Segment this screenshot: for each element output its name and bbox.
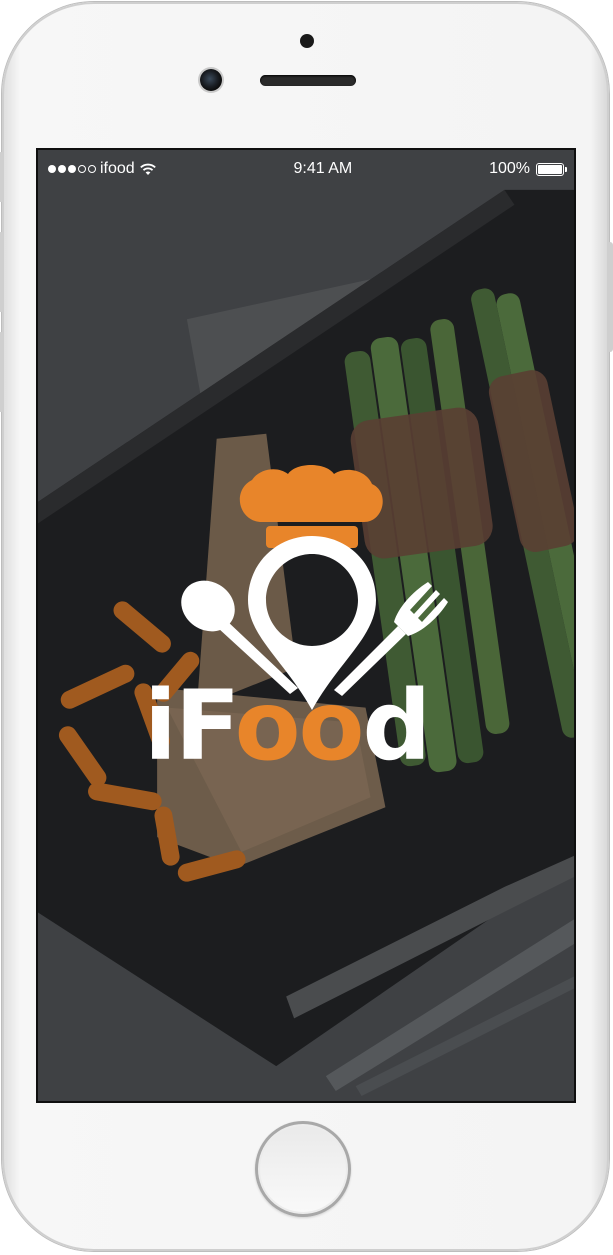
splash-screen: ifood 9:41 AM 100% iFood <box>36 148 576 1103</box>
signal-strength-icon <box>48 165 96 173</box>
battery-icon <box>535 162 567 176</box>
wordmark-part-white-end: d <box>362 670 432 782</box>
wifi-icon <box>139 163 156 175</box>
volume-down-button <box>0 332 4 412</box>
battery-percentage: 100% <box>489 160 530 177</box>
ifood-logo: iFood <box>38 150 574 1101</box>
earpiece-speaker <box>260 75 356 86</box>
status-bar: ifood 9:41 AM 100% <box>38 150 574 188</box>
mute-switch <box>0 152 4 202</box>
proximity-sensor <box>300 34 314 48</box>
wordmark-part-orange: oo <box>234 670 365 782</box>
front-camera <box>200 69 222 91</box>
wordmark-part-white: iF <box>144 670 237 782</box>
volume-up-button <box>0 232 4 312</box>
power-button <box>607 242 613 352</box>
ifood-wordmark: iFood <box>144 678 431 774</box>
status-time: 9:41 AM <box>293 160 353 177</box>
carrier-name: ifood <box>100 160 135 177</box>
home-button[interactable] <box>255 1121 351 1217</box>
